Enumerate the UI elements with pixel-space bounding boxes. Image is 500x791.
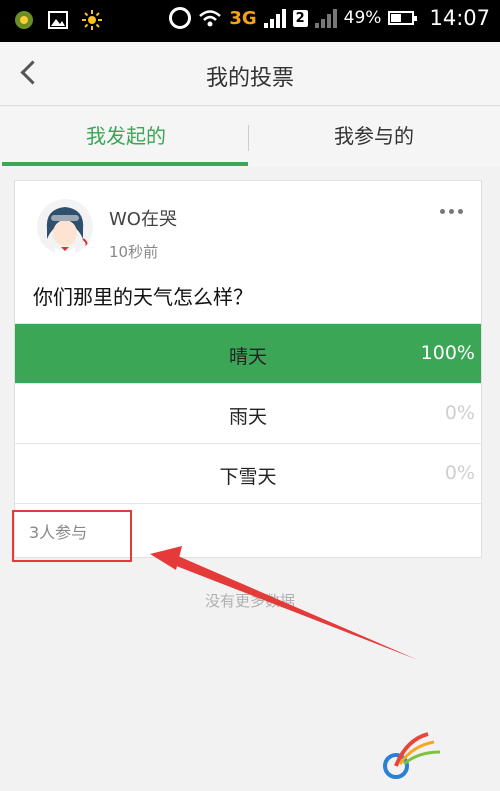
clock-time: 14:07 [429,6,490,30]
more-options-icon[interactable] [433,203,463,219]
sim-badge: 2 [292,9,308,27]
signal-icon-secondary [314,8,337,28]
page-title: 我的投票 [205,66,294,91]
option-label: 下雪天 [219,466,277,488]
app-header: 我的投票 [0,42,500,106]
active-tab-indicator [2,162,248,166]
poll-question: 你们那里的天气怎么样？ [33,285,253,309]
option-percent: 100% [420,342,475,364]
wifi-icon [199,10,222,27]
tab-created[interactable]: 我发起的 [2,107,250,167]
post-time: 10秒前 [109,243,159,261]
poll-option[interactable]: 下雪天 0% [15,443,481,503]
notification-icons [14,10,102,30]
option-percent: 0% [444,402,475,424]
avatar[interactable] [37,199,93,255]
author-name[interactable]: WO在哭 [109,205,177,231]
image-icon [48,11,68,29]
annotation-highlight-box [12,510,132,562]
notification-app-icon [15,11,33,29]
poll-card[interactable]: WO在哭 10秒前 你们那里的天气怎么样？ 晴天 100% 雨天 0% 下雪天 … [14,180,482,558]
battery-icon [388,11,418,25]
poll-option[interactable]: 雨天 0% [15,383,481,443]
battery-percent: 49% [343,8,382,28]
option-percent: 0% [444,462,475,484]
option-label: 雨天 [228,406,267,428]
signal-icon [263,8,286,28]
network-type: 3G [229,7,257,29]
option-label: 晴天 [228,346,267,368]
tab-divider [248,125,249,151]
watermark-logo [383,732,441,779]
tab-participated[interactable]: 我参与的 [250,107,498,167]
poll-option[interactable]: 晴天 100% [15,323,481,383]
alarm-icon [169,7,192,29]
status-bar: 3G 2 49% 14:07 [0,0,500,42]
tab-bar: 我发起的 我参与的 [0,107,500,167]
no-more-data: 没有更多数据 [204,592,295,610]
brightness-icon [82,10,102,30]
options-divider [15,503,481,504]
system-icons: 3G 2 49% 14:07 [169,6,490,30]
